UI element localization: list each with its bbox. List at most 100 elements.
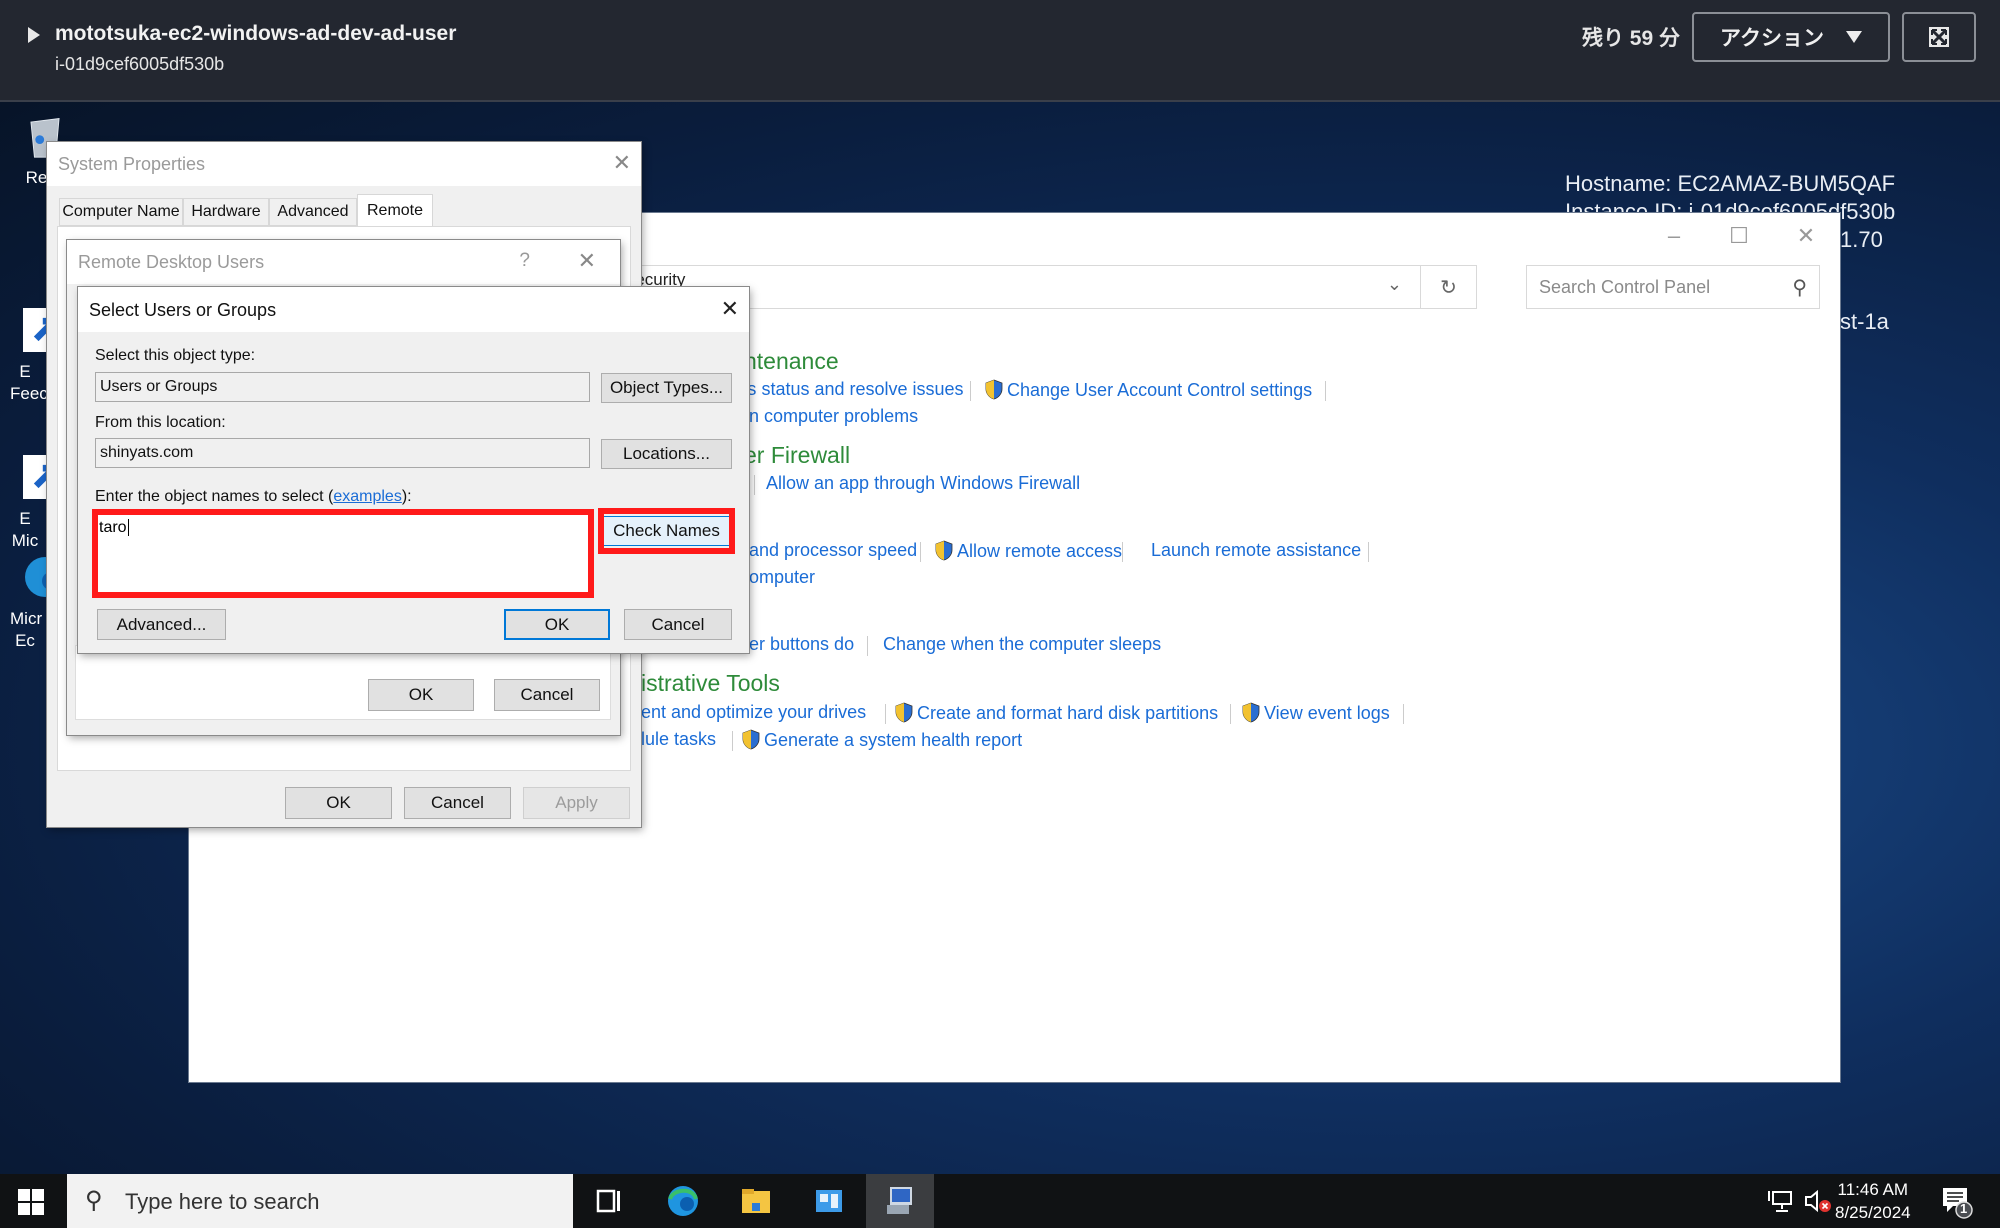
uac-shield-icon bbox=[985, 379, 1003, 400]
link-optimize-drives[interactable]: ent and optimize your drives bbox=[641, 702, 866, 723]
link-computer-name[interactable]: omputer bbox=[749, 567, 815, 588]
tab-remote[interactable]: Remote bbox=[357, 194, 433, 227]
help-icon[interactable]: ? bbox=[519, 250, 530, 272]
search-icon: ⚲ bbox=[1792, 277, 1807, 299]
section-title-admin-tools[interactable]: istrative Tools bbox=[641, 670, 780, 697]
link-power-buttons[interactable]: er buttons do bbox=[749, 634, 854, 655]
close-icon[interactable]: ✕ bbox=[613, 150, 631, 176]
volume-muted-icon[interactable] bbox=[1803, 1187, 1833, 1215]
section-title-maintenance[interactable]: ntenance bbox=[744, 348, 839, 375]
select-users-dialog: Select Users or Groups ✕ Select this obj… bbox=[78, 287, 749, 653]
fullscreen-button[interactable] bbox=[1902, 12, 1976, 62]
tab-hardware[interactable]: Hardware bbox=[183, 198, 269, 226]
control-panel-search[interactable]: Search Control Panel ⚲ bbox=[1526, 265, 1820, 309]
separator bbox=[1403, 704, 1404, 724]
link-view-event-logs[interactable]: View event logs bbox=[1242, 702, 1390, 724]
network-icon[interactable] bbox=[1767, 1187, 1795, 1215]
advanced-button[interactable]: Advanced... bbox=[97, 609, 226, 640]
maximize-button[interactable]: ☐ bbox=[1719, 223, 1759, 249]
close-button[interactable]: ✕ bbox=[1786, 223, 1826, 249]
separator bbox=[754, 475, 755, 495]
session-header: mototsuka-ec2-windows-ad-dev-ad-user i-0… bbox=[0, 0, 2000, 102]
dialog-title: Select Users or Groups bbox=[89, 300, 277, 320]
system-properties-icon bbox=[887, 1187, 912, 1214]
location-label: From this location: bbox=[95, 414, 226, 431]
cancel-button[interactable]: Cancel bbox=[494, 679, 600, 711]
object-types-button[interactable]: Object Types... bbox=[601, 373, 732, 403]
hostname-text: Hostname: EC2AMAZ-BUM5QAF bbox=[1565, 171, 1896, 196]
link-computer-sleeps[interactable]: Change when the computer sleeps bbox=[883, 634, 1161, 655]
separator bbox=[867, 636, 868, 656]
system-clock[interactable]: 11:46 AM 8/25/2024 bbox=[1835, 1178, 1911, 1224]
link-review-status[interactable]: 's status and resolve issues bbox=[744, 379, 964, 400]
system-properties-titlebar: System Properties ✕ bbox=[47, 142, 641, 186]
separator bbox=[970, 381, 971, 401]
link-launch-remote-assistance[interactable]: Launch remote assistance bbox=[1151, 540, 1361, 561]
clock-time: 11:46 AM bbox=[1837, 1180, 1909, 1199]
minimize-button[interactable]: – bbox=[1654, 223, 1694, 249]
cancel-button[interactable]: Cancel bbox=[624, 609, 732, 640]
close-icon[interactable]: ✕ bbox=[721, 296, 739, 322]
separator bbox=[920, 542, 921, 562]
select-users-titlebar: Select Users or Groups ✕ bbox=[78, 287, 749, 332]
link-allow-app-firewall[interactable]: Allow an app through Windows Firewall bbox=[766, 473, 1080, 494]
desktop-icon-label: E Feec bbox=[10, 362, 48, 403]
examples-link[interactable]: examples bbox=[333, 488, 401, 505]
locations-button[interactable]: Locations... bbox=[601, 439, 732, 469]
link-troubleshoot[interactable]: n computer problems bbox=[749, 406, 918, 427]
dialog-title: System Properties bbox=[58, 154, 206, 174]
taskbar-active-app[interactable] bbox=[866, 1174, 934, 1228]
separator bbox=[1325, 381, 1326, 401]
file-explorer-icon[interactable] bbox=[738, 1183, 774, 1219]
instance-name: mototsuka-ec2-windows-ad-dev-ad-user bbox=[55, 22, 457, 45]
object-type-label: Select this object type: bbox=[95, 347, 256, 364]
notification-count: 1 bbox=[1960, 1201, 1968, 1216]
object-type-field: Users or Groups bbox=[95, 372, 590, 402]
close-icon[interactable]: ✕ bbox=[578, 248, 596, 274]
windows-start-icon[interactable] bbox=[18, 1189, 44, 1215]
label-text: Enter the object names to select ( bbox=[95, 488, 334, 505]
link-schedule-tasks[interactable]: lule tasks bbox=[641, 729, 716, 750]
instance-id: i-01d9cef6005df530b bbox=[55, 54, 225, 74]
link-allow-remote-access[interactable]: Allow remote access bbox=[935, 540, 1122, 562]
actions-button[interactable]: アクション bbox=[1692, 12, 1890, 62]
clock-date: 8/25/2024 bbox=[1835, 1203, 1911, 1222]
apply-button[interactable]: Apply bbox=[523, 787, 630, 819]
taskbar-search-placeholder: Type here to search bbox=[125, 1189, 320, 1214]
uac-shield-icon bbox=[742, 729, 760, 750]
dialog-title: Remote Desktop Users bbox=[78, 252, 265, 272]
uac-shield-icon bbox=[895, 702, 913, 723]
ok-button[interactable]: OK bbox=[285, 787, 392, 819]
ok-button[interactable]: OK bbox=[504, 609, 610, 640]
separator bbox=[1368, 542, 1369, 562]
edge-icon[interactable] bbox=[665, 1183, 701, 1219]
object-names-label: Enter the object names to select (exampl… bbox=[95, 488, 412, 506]
taskbar-search[interactable]: ⚲ Type here to search bbox=[67, 1174, 573, 1228]
tab-computer-name[interactable]: Computer Name bbox=[59, 198, 183, 226]
link-text: Allow remote access bbox=[957, 541, 1123, 561]
highlight-box-check-names bbox=[598, 508, 735, 554]
search-placeholder: Search Control Panel bbox=[1539, 277, 1711, 297]
remote-desktop-users-titlebar: Remote Desktop Users ? ✕ bbox=[67, 240, 620, 284]
link-text: Change User Account Control settings bbox=[1007, 380, 1313, 400]
expand-caret-icon[interactable] bbox=[28, 27, 40, 43]
cancel-button[interactable]: Cancel bbox=[404, 787, 511, 819]
ok-button[interactable]: OK bbox=[368, 679, 474, 711]
section-title-firewall[interactable]: er Firewall bbox=[744, 442, 850, 469]
task-view-icon[interactable] bbox=[590, 1183, 626, 1219]
time-remaining: 残り 59 分 bbox=[1581, 27, 1680, 50]
desktop-icon-label: E Mic bbox=[11, 509, 39, 550]
link-text: Generate a system health report bbox=[764, 730, 1023, 750]
action-center-button[interactable]: 1 bbox=[1940, 1184, 1974, 1220]
refresh-icon[interactable]: ↻ bbox=[1420, 266, 1476, 308]
link-uac-settings[interactable]: Change User Account Control settings bbox=[985, 379, 1312, 401]
server-manager-icon[interactable] bbox=[811, 1183, 847, 1219]
label-text: ): bbox=[401, 488, 412, 505]
link-processor-speed[interactable]: and processor speed bbox=[749, 540, 917, 561]
tab-advanced[interactable]: Advanced bbox=[269, 198, 357, 226]
chevron-down-icon[interactable]: ⌄ bbox=[1387, 274, 1402, 295]
expand-icon bbox=[1929, 27, 1949, 47]
link-disk-partitions[interactable]: Create and format hard disk partitions bbox=[895, 702, 1218, 724]
desktop-icon-label: Micr Ec bbox=[10, 609, 43, 650]
link-health-report[interactable]: Generate a system health report bbox=[742, 729, 1022, 751]
